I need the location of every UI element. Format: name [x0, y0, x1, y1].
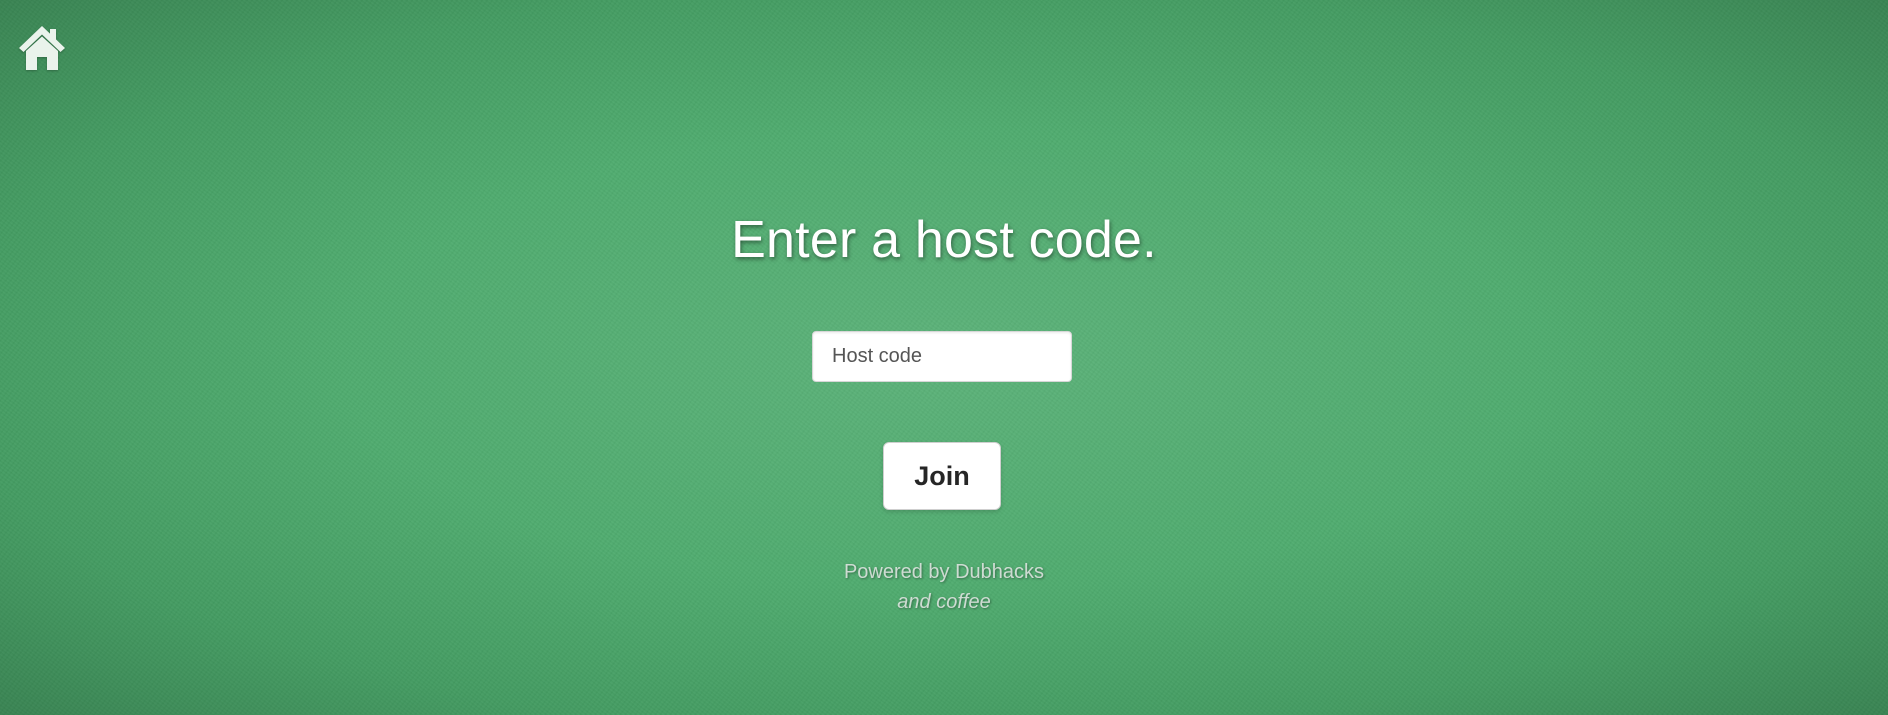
footer-powered-by: Powered by Dubhacks: [843, 561, 1045, 583]
join-button[interactable]: Join: [883, 442, 1001, 510]
footer-tagline: and coffee: [897, 591, 991, 613]
page-title: Enter a host code.: [731, 211, 1157, 269]
join-form: Enter a host code. Join Powered by Dubha…: [0, 0, 1888, 715]
footer: Powered by Dubhacks and coffee: [0, 557, 1888, 617]
host-code-input[interactable]: [812, 331, 1072, 382]
